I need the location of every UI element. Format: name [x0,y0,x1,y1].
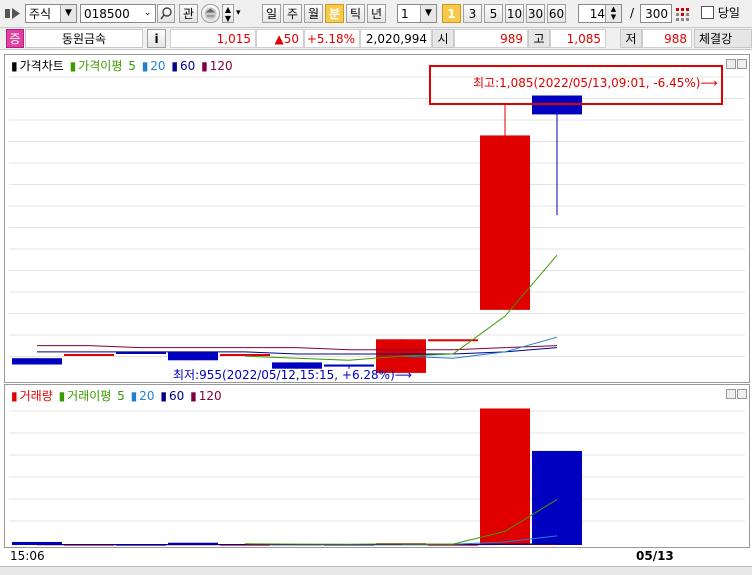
minute-button[interactable]: 30 [526,4,545,23]
link-button[interactable] [201,4,220,23]
candle-body [64,354,114,356]
volume-legend-title: 거래량 [20,389,53,403]
legend-marker: ▮ [171,59,178,73]
legend-marker: ▮ [59,389,66,403]
stepper-button[interactable]: ▲▼ [222,4,234,23]
grid-settings-icon [675,4,691,23]
time-axis-start-label: 15:06 [10,549,45,563]
legend-marker: ▮ [11,389,18,403]
search-button[interactable] [157,4,175,23]
stock-name[interactable]: 동원금속 [25,29,143,48]
spinner-arrows-icon[interactable]: ▲▼ [605,5,621,22]
quote-bar: 증 동원금속 i 1,015 ▲50 +5.18% 2,020,994 시 98… [0,28,752,50]
maximize-pane-button[interactable] [737,389,747,399]
market-select-value: 주식 [29,7,51,21]
info-button[interactable]: i [147,29,166,48]
chevron-down-icon[interactable]: ⌄ [140,5,155,22]
volume-chart-pane[interactable]: ▮거래량 ▮거래이평 5 ▮20 ▮60 ▮120 [4,384,750,548]
candle-body [168,352,218,360]
time-axis: 15:06 05/13 [4,548,748,564]
min-price-annotation: 최저:955(2022/05/12,15:15, +6.28%)⟶ [173,366,412,383]
panel-toggle-icon[interactable] [4,4,22,23]
current-price: 1,015 [170,29,256,48]
price-chart-pane[interactable]: ▮가격차트 ▮가격이평 5 ▮20 ▮60 ▮120 최고:1,085(2022… [4,54,750,383]
open-value: 989 [454,29,528,48]
maximize-pane-button[interactable] [737,59,747,69]
legend-marker: ▮ [160,389,167,403]
price-ma-label: 가격이평 [78,59,122,73]
minute-button[interactable]: 10 [505,4,524,23]
volume-bar [480,408,530,545]
legend-marker: ▮ [131,389,138,403]
legend-marker: ▮ [201,59,208,73]
period-button[interactable]: 년 [367,4,386,23]
legend-ma20: 20 [150,59,165,73]
settings-grid-button[interactable] [675,4,691,23]
ma120-line [37,346,557,350]
count-value: 14 [590,7,605,21]
high-value: 1,085 [550,29,606,48]
chevron-down-icon[interactable]: ▾ [236,4,248,23]
link-icon [202,5,219,22]
today-label: 당일 [718,6,740,20]
checkbox-box[interactable] [701,6,714,19]
legend-ma5: 5 [128,59,136,73]
minute-button[interactable]: 3 [463,4,482,23]
legend-vma5: 5 [117,389,125,403]
chevron-down-icon[interactable]: ▼ [420,5,436,22]
volume-chart [5,385,749,547]
today-checkbox[interactable]: 당일 [701,4,751,23]
legend-ma120: 120 [210,59,233,73]
toolbar: 주식 ▼ 018500 ⌄ 관 ▲▼ ▾ 일주월분틱년 1 ▼ 13510306… [0,0,752,28]
period-button[interactable]: 일 [262,4,281,23]
count-separator: / [627,4,637,23]
volume-ma-label: 거래이평 [67,389,111,403]
chevron-down-icon[interactable]: ▼ [60,5,76,22]
period-button[interactable]: 주 [283,4,302,23]
price-legend: ▮가격차트 ▮가격이평 5 ▮20 ▮60 ▮120 [11,57,235,74]
minimize-pane-button[interactable] [726,389,736,399]
candle-body [480,135,530,309]
search-icon [158,5,174,22]
interval-select-value: 1 [401,7,409,21]
price-legend-title: 가격차트 [20,59,64,73]
minute-button[interactable]: 5 [484,4,503,23]
count-spinner[interactable]: 14 ▲▼ [578,4,622,23]
market-badge: 증 [6,29,24,48]
stock-code-value: 018500 [84,7,130,21]
high-label: 고 [528,29,550,48]
legend-marker: ▮ [142,59,149,73]
low-value: 988 [642,29,692,48]
legend-marker: ▮ [70,59,77,73]
strength-label: 체결강 [694,29,752,48]
period-button[interactable]: 분 [325,4,344,23]
open-label: 시 [432,29,454,48]
minimize-pane-button[interactable] [726,59,736,69]
max-price-annotation: 최고:1,085(2022/05/13,09:01, -6.45%)⟶ [473,74,718,91]
legend-ma60: 60 [180,59,195,73]
watchlist-button[interactable]: 관 [179,4,198,23]
market-select[interactable]: 주식 ▼ [25,4,77,23]
price-change-pct: +5.18% [304,29,360,48]
legend-vma20: 20 [139,389,154,403]
price-change: ▲50 [256,29,304,48]
period-button[interactable]: 틱 [346,4,365,23]
volume-legend: ▮거래량 ▮거래이평 5 ▮20 ▮60 ▮120 [11,387,224,404]
legend-vma120: 120 [199,389,222,403]
candle-body [220,354,270,356]
low-label: 저 [620,29,642,48]
minute-button[interactable]: 60 [547,4,566,23]
candle-body [12,358,62,364]
volume-value: 2,020,994 [360,29,432,48]
minute-button[interactable]: 1 [442,4,461,23]
period-button[interactable]: 월 [304,4,323,23]
time-axis-date-label: 05/13 [636,549,674,563]
legend-marker: ▮ [190,389,197,403]
volume-bar [532,451,582,545]
stock-code-input[interactable]: 018500 ⌄ [80,4,156,23]
legend-marker: ▮ [11,59,18,73]
legend-vma60: 60 [169,389,184,403]
interval-select[interactable]: 1 ▼ [397,4,437,23]
total-count-input[interactable]: 300 [640,4,672,23]
